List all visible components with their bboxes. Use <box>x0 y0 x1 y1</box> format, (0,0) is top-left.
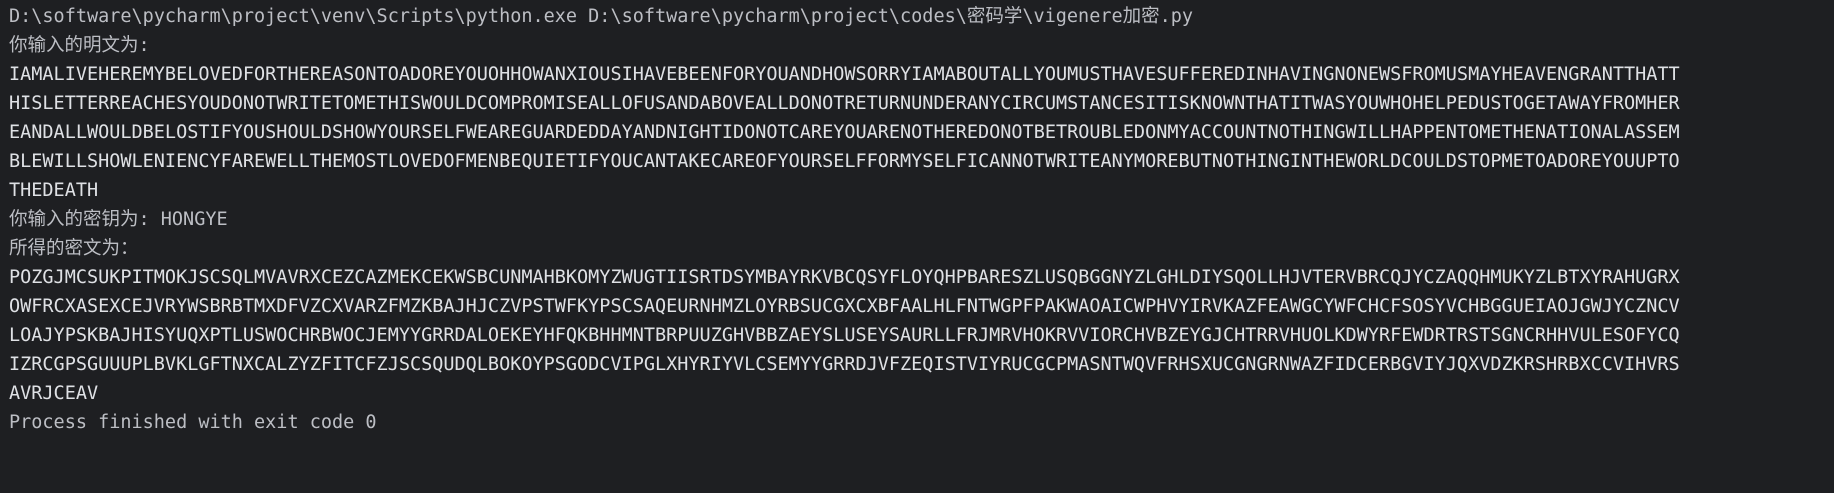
run-console-output[interactable]: D:\software\pycharm\project\venv\Scripts… <box>0 0 1834 493</box>
plaintext-line: BLEWILLSHOWLENIENCYFAREWELLTHEMOSTLOVEDO… <box>9 151 1680 172</box>
key-line: 你输入的密钥为: HONGYE <box>9 209 228 230</box>
plaintext-prompt: 你输入的明文为: <box>9 35 150 56</box>
command-line[interactable]: D:\software\pycharm\project\venv\Scripts… <box>9 2 1834 31</box>
ciphertext-line: AVRJCEAV <box>9 383 99 404</box>
exit-message: Process finished with exit code 0 <box>9 412 377 433</box>
plaintext-line: IAMALIVEHEREMYBELOVEDFORTHEREASONTOADORE… <box>9 64 1680 85</box>
plaintext-line: HISLETTERREACHESYOUDONOTWRITETOMETHISWOU… <box>9 93 1680 114</box>
ciphertext-prompt: 所得的密文为： <box>9 238 139 259</box>
ciphertext-line: OWFRCXASEXCEJVRYWSBRBTMXDFVZCXVARZFMZKBA… <box>9 296 1680 317</box>
plaintext-line: THEDEATH <box>9 180 99 201</box>
ciphertext-line: POZGJMCSUKPITMOKJSCSQLMVAVRXCEZCAZMEKCEK… <box>9 267 1680 288</box>
ciphertext-line: LOAJYPSKBAJHISYUQXPTLUSWOCHRBWOCJEMYYGRR… <box>9 325 1680 346</box>
plaintext-line: EANDALLWOULDBELOSTIFYOUSHOULDSHOWYOURSEL… <box>9 122 1680 143</box>
ciphertext-line: IZRCGPSGUUUPLBVKLGFTNXCALZYZFITCFZJSCSQU… <box>9 354 1680 375</box>
